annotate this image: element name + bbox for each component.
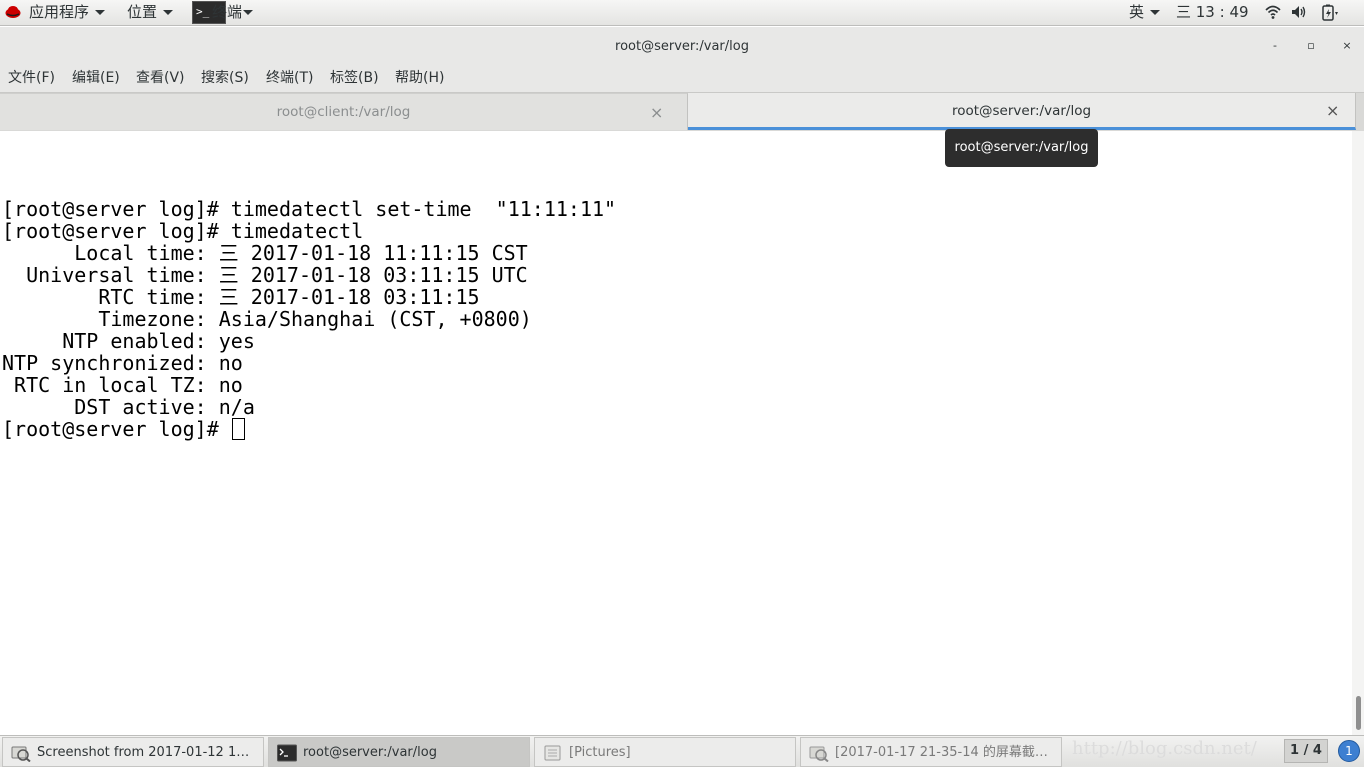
menu-edit[interactable]: 编辑(E)	[72, 65, 120, 92]
taskbar-item-terminal[interactable]: root@server:/var/log	[268, 737, 530, 767]
menu-search[interactable]: 搜索(S)	[201, 65, 249, 92]
notification-badge[interactable]: 1	[1338, 740, 1360, 762]
terminal-icon	[277, 744, 297, 766]
terminal-app-menu[interactable]: >_ 终端	[190, 0, 268, 26]
input-method-label: 英	[1129, 3, 1145, 21]
terminal-line: [root@server log]# timedatectl set-time …	[2, 197, 617, 221]
terminal-line: Local time: 三 2017-01-18 11:11:15 CST	[2, 241, 528, 265]
chevron-down-icon	[243, 10, 253, 15]
places-menu-label: 位置	[127, 3, 158, 21]
workspace-switcher[interactable]: 1 / 4	[1284, 739, 1328, 763]
chevron-down-icon	[95, 10, 106, 15]
tab-server[interactable]: root@server:/var/log ×	[688, 93, 1356, 130]
tab-label: root@client:/var/log	[276, 104, 411, 120]
wifi-icon[interactable]	[1265, 4, 1281, 24]
screenshot-icon	[11, 744, 31, 766]
tab-close-icon[interactable]: ×	[650, 94, 663, 131]
chevron-down-icon	[163, 10, 174, 15]
folder-icon	[543, 744, 563, 766]
applications-menu-label: 应用程序	[29, 3, 90, 21]
tab-client[interactable]: root@client:/var/log ×	[0, 93, 688, 130]
redhat-icon[interactable]	[5, 5, 21, 23]
tab-bar: root@client:/var/log × root@server:/var/…	[0, 93, 1364, 131]
terminal-line: RTC time: 三 2017-01-18 03:11:15	[2, 285, 480, 309]
terminal-app-label: 终端	[212, 3, 243, 21]
taskbar-item-pictures[interactable]: [Pictures]	[534, 737, 796, 767]
menu-file[interactable]: 文件(F)	[8, 65, 55, 92]
terminal-line: Universal time: 三 2017-01-18 03:11:15 UT…	[2, 263, 528, 287]
taskbar-item-screenshot-2[interactable]: [2017-01-17 21-35-14 的屏幕截…	[800, 737, 1062, 767]
close-button[interactable]: ×	[1338, 37, 1356, 55]
taskbar-item-label: [Pictures]	[569, 745, 631, 760]
menu-terminal[interactable]: 终端(T)	[266, 65, 313, 92]
taskbar-item-label: [2017-01-17 21-35-14 的屏幕截…	[835, 745, 1048, 760]
menu-view[interactable]: 查看(V)	[136, 65, 185, 92]
terminal-line: NTP synchronized: no	[2, 351, 243, 375]
terminal-line: DST active: n/a	[2, 395, 255, 419]
clock-label: 三 13 : 49	[1176, 3, 1249, 21]
bottom-panel: Screenshot from 2017-01-12 1… root@serve…	[0, 735, 1364, 767]
text-cursor	[231, 418, 245, 440]
window-title: root@server:/var/log	[615, 39, 749, 54]
input-method-menu[interactable]: 英	[1129, 0, 1161, 26]
minimize-button[interactable]: -	[1266, 37, 1284, 55]
terminal-view[interactable]: [root@server log]# timedatectl set-time …	[0, 131, 1352, 735]
places-menu[interactable]: 位置	[127, 0, 174, 26]
scrollbar-thumb[interactable]	[1356, 696, 1361, 730]
tab-tooltip: root@server:/var/log	[945, 129, 1098, 167]
clock[interactable]: 三 13 : 49	[1176, 0, 1249, 26]
taskbar-item-label: root@server:/var/log	[303, 745, 437, 760]
tab-close-icon[interactable]: ×	[1326, 93, 1339, 129]
terminal-line: RTC in local TZ: no	[2, 373, 243, 397]
volume-icon[interactable]	[1291, 4, 1307, 24]
menu-bar: 文件(F) 编辑(E) 查看(V) 搜索(S) 终端(T) 标签(B) 帮助(H…	[0, 65, 1364, 93]
taskbar-item-label: Screenshot from 2017-01-12 1…	[37, 745, 250, 760]
terminal-line: Timezone: Asia/Shanghai (CST, +0800)	[2, 307, 532, 331]
terminal-prompt: [root@server log]#	[2, 417, 231, 441]
top-panel: 应用程序 位置 >_ 终端 英 三 13 : 49	[0, 0, 1364, 26]
terminal-scrollbar[interactable]	[1352, 131, 1364, 735]
applications-menu[interactable]: 应用程序	[29, 0, 106, 26]
battery-icon[interactable]	[1320, 4, 1340, 26]
menu-tabs[interactable]: 标签(B)	[330, 65, 379, 92]
taskbar-item-screenshot-1[interactable]: Screenshot from 2017-01-12 1…	[2, 737, 264, 767]
maximize-button[interactable]: ▫	[1302, 37, 1320, 55]
menu-help[interactable]: 帮助(H)	[395, 65, 444, 92]
terminal-prompt-line: [root@server log]#	[2, 418, 616, 440]
terminal-line: [root@server log]# timedatectl	[2, 219, 364, 243]
screenshot-icon	[809, 744, 829, 766]
window-titlebar[interactable]: root@server:/var/log - ▫ ×	[0, 27, 1364, 65]
tab-label: root@server:/var/log	[951, 103, 1092, 119]
watermark-text: http://blog.csdn.net/	[1072, 738, 1257, 759]
terminal-output: [root@server log]# timedatectl set-time …	[2, 198, 616, 440]
chevron-down-icon	[1150, 10, 1161, 15]
terminal-line: NTP enabled: yes	[2, 329, 255, 353]
